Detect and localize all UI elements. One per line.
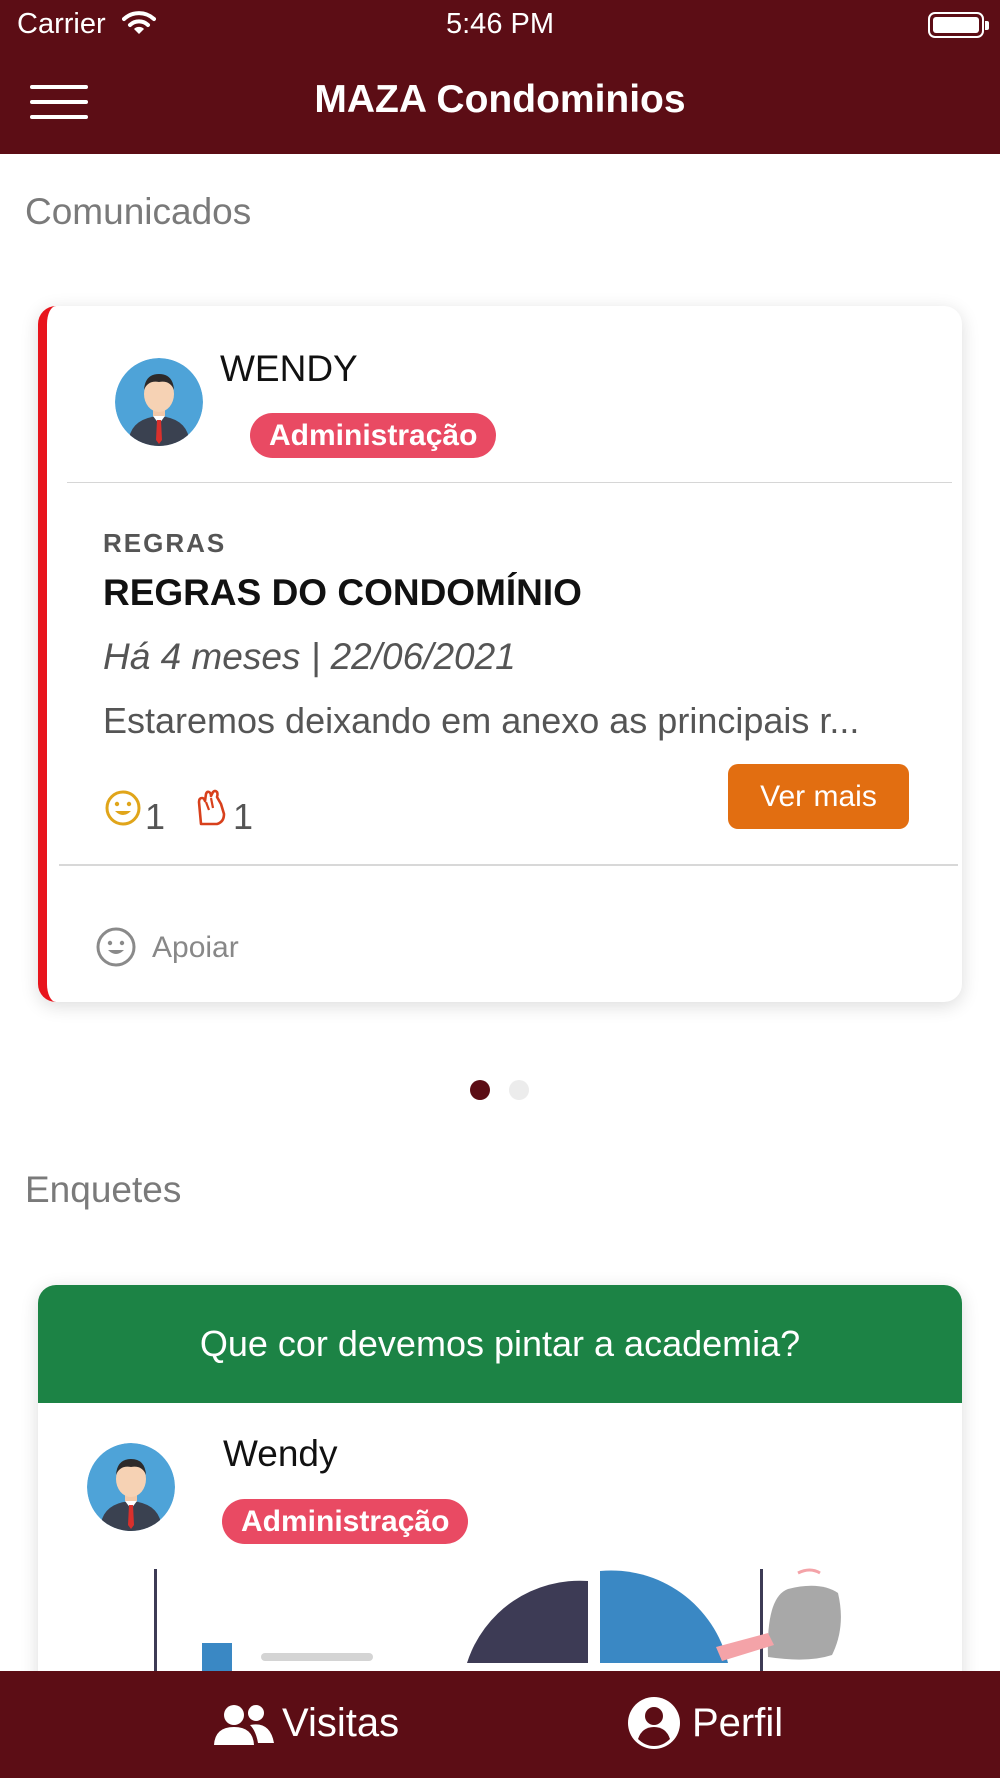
users-icon	[214, 1705, 274, 1745]
divider	[59, 864, 958, 866]
clock: 5:46 PM	[446, 8, 554, 40]
app-header: MAZA Condominios	[0, 50, 1000, 154]
tab-visitas[interactable]: Visitas	[214, 1671, 414, 1778]
support-label: Apoiar	[152, 931, 239, 964]
tab-label: Perfil	[692, 1701, 784, 1745]
carousel-pagination	[0, 1080, 1000, 1100]
author-name: WENDY	[220, 348, 358, 389]
app-title: MAZA Condominios	[314, 78, 686, 121]
avatar	[115, 358, 203, 446]
post-excerpt: Estaremos deixando em anexo as principai…	[103, 700, 860, 741]
announcement-card[interactable]: WENDY Administração REGRAS REGRAS DO CON…	[38, 306, 962, 1002]
see-more-button[interactable]: Ver mais	[728, 764, 909, 829]
avatar	[87, 1443, 175, 1531]
section-title-announcements: Comunicados	[25, 191, 252, 232]
clap-icon	[197, 789, 226, 826]
smiley-icon	[105, 790, 141, 826]
tab-perfil[interactable]: Perfil	[628, 1671, 828, 1778]
author-name: Wendy	[223, 1433, 338, 1474]
reaction-count: 1	[145, 796, 166, 837]
tab-label: Visitas	[282, 1701, 400, 1745]
post-category: REGRAS	[103, 528, 227, 558]
poll-question: Que cor devemos pintar a academia?	[38, 1285, 962, 1403]
post-title: REGRAS DO CONDOMÍNIO	[103, 572, 582, 613]
status-bar: Carrier 5:46 PM	[0, 0, 1000, 50]
reaction-count: 1	[233, 796, 254, 837]
page-dot[interactable]	[509, 1080, 529, 1100]
divider	[67, 482, 952, 483]
post-date: Há 4 meses | 22/06/2021	[103, 636, 516, 677]
battery-icon	[928, 12, 989, 38]
section-title-polls: Enquetes	[25, 1169, 182, 1210]
profile-icon	[628, 1697, 680, 1749]
page-dot-active[interactable]	[470, 1080, 490, 1100]
role-badge: Administração	[250, 413, 497, 458]
bottom-tab-bar: Visitas Perfil	[0, 1671, 1000, 1778]
role-badge: Administração	[222, 1499, 469, 1544]
smiley-icon	[96, 927, 136, 967]
